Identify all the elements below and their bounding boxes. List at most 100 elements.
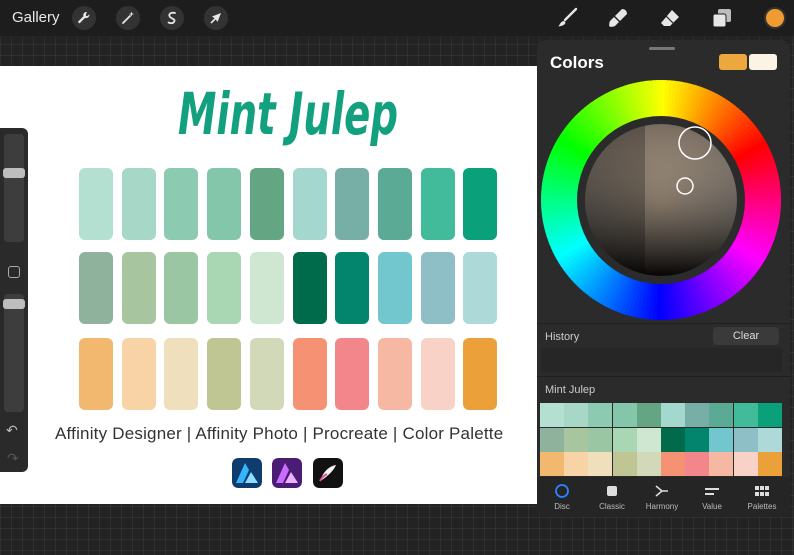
panel-grabber[interactable] — [649, 47, 675, 50]
color-swatch — [249, 168, 284, 240]
classic-icon — [607, 486, 617, 496]
palette-swatch[interactable] — [685, 452, 710, 476]
gallery-button[interactable]: Gallery — [12, 9, 60, 26]
transform-arrow-icon[interactable] — [204, 6, 228, 30]
brush-size-slider[interactable] — [3, 134, 25, 242]
palette-swatch[interactable] — [588, 452, 613, 476]
palette-swatch[interactable] — [612, 427, 637, 452]
palette-swatch[interactable] — [564, 403, 589, 427]
smudge-icon[interactable] — [606, 6, 630, 30]
selection-icon[interactable] — [160, 6, 184, 30]
color-swatch — [79, 168, 113, 240]
color-swatch — [420, 168, 455, 240]
undo-icon[interactable]: ↶ — [6, 422, 18, 439]
tab-label: Value — [702, 502, 722, 511]
clear-history-button[interactable]: Clear — [713, 327, 779, 345]
palette-swatch[interactable] — [709, 427, 734, 452]
palette-swatch[interactable] — [564, 452, 589, 476]
palette-swatch[interactable] — [661, 403, 685, 427]
tab-value[interactable]: Value — [687, 483, 737, 511]
palette-swatch[interactable] — [540, 403, 564, 427]
colors-panel: Colors History Clear Mint Julep Disc Cla… — [537, 40, 790, 517]
color-swatch — [207, 252, 242, 324]
palette-swatch[interactable] — [733, 452, 758, 476]
palette-swatch[interactable] — [564, 427, 589, 452]
palette-swatch[interactable] — [757, 452, 782, 476]
palette-swatch[interactable] — [636, 403, 661, 427]
palette-swatch[interactable] — [661, 427, 685, 452]
palette-swatch[interactable] — [685, 403, 710, 427]
palette-label: Mint Julep — [545, 384, 596, 396]
opacity-slider[interactable] — [3, 294, 25, 412]
brush-icon[interactable] — [555, 6, 579, 30]
palette-swatch[interactable] — [757, 403, 782, 427]
opacity-thumb[interactable] — [3, 299, 25, 310]
palette-swatch[interactable] — [685, 427, 710, 452]
palette-swatch[interactable] — [733, 427, 758, 452]
color-swatch — [463, 168, 498, 240]
color-swatch — [164, 338, 199, 410]
palette-swatch[interactable] — [588, 427, 613, 452]
palette-swatch[interactable] — [757, 427, 782, 452]
color-swatch — [292, 168, 327, 240]
palette-swatch[interactable] — [588, 403, 613, 427]
modify-button[interactable] — [8, 266, 20, 278]
primary-color-swatch[interactable] — [719, 54, 747, 70]
color-swatch — [249, 338, 284, 410]
panel-title: Colors — [550, 53, 604, 72]
color-swatch — [377, 252, 412, 324]
color-swatch — [335, 252, 370, 324]
tab-label: Palettes — [747, 502, 777, 511]
color-swatch — [420, 338, 455, 410]
layers-icon[interactable] — [710, 6, 734, 30]
palette-swatch[interactable] — [709, 403, 734, 427]
color-swatch — [377, 168, 412, 240]
harmony-icon — [655, 485, 668, 497]
color-disc[interactable] — [541, 80, 781, 320]
color-swatch — [79, 252, 113, 324]
procreate-logo — [313, 458, 343, 488]
tab-palettes[interactable]: Palettes — [737, 483, 787, 511]
palette-swatch[interactable] — [661, 452, 685, 476]
secondary-color-swatch[interactable] — [749, 54, 777, 70]
left-sidebar: ↶ ↷ — [0, 128, 28, 472]
tab-label: Classic — [599, 502, 625, 511]
tab-label: Harmony — [645, 502, 679, 511]
eraser-icon[interactable] — [658, 6, 682, 30]
color-swatch — [420, 252, 455, 324]
palette-swatch[interactable] — [612, 452, 637, 476]
history-strip — [541, 348, 782, 372]
artwork-canvas[interactable]: Mint Julep Affinity Designer | Affinity … — [0, 66, 540, 504]
wrench-icon[interactable] — [72, 6, 96, 30]
palette-swatch[interactable] — [636, 452, 661, 476]
color-swatch — [377, 338, 412, 410]
brush-size-thumb[interactable] — [3, 168, 25, 179]
palette-swatch[interactable] — [540, 427, 564, 452]
color-swatch — [164, 168, 199, 240]
tab-disc[interactable]: Disc — [537, 483, 587, 511]
svg-text:Mint Julep: Mint Julep — [178, 80, 398, 148]
tab-label: Disc — [554, 502, 570, 511]
magic-wand-icon[interactable] — [116, 6, 140, 30]
color-swatch — [463, 252, 498, 324]
saturation-disc[interactable] — [585, 124, 737, 276]
palette-swatch[interactable] — [636, 427, 661, 452]
palette-swatch[interactable] — [733, 403, 758, 427]
color-swatch — [463, 338, 498, 410]
redo-icon[interactable]: ↷ — [7, 450, 19, 467]
palette-swatch[interactable] — [709, 452, 734, 476]
color-swatch — [207, 168, 242, 240]
color-swatch — [79, 338, 113, 410]
color-swatch — [335, 338, 370, 410]
current-color-button[interactable] — [764, 7, 786, 29]
top-toolbar: Gallery — [0, 0, 794, 36]
palette-swatch[interactable] — [612, 403, 637, 427]
tab-classic[interactable]: Classic — [587, 483, 637, 511]
artwork-title: Mint Julep — [178, 80, 398, 148]
color-swatch — [249, 252, 284, 324]
palette-swatch[interactable] — [540, 452, 564, 476]
divider — [537, 323, 790, 324]
tab-harmony[interactable]: Harmony — [637, 483, 687, 511]
color-swatch — [121, 168, 156, 240]
color-swatch — [292, 338, 327, 410]
